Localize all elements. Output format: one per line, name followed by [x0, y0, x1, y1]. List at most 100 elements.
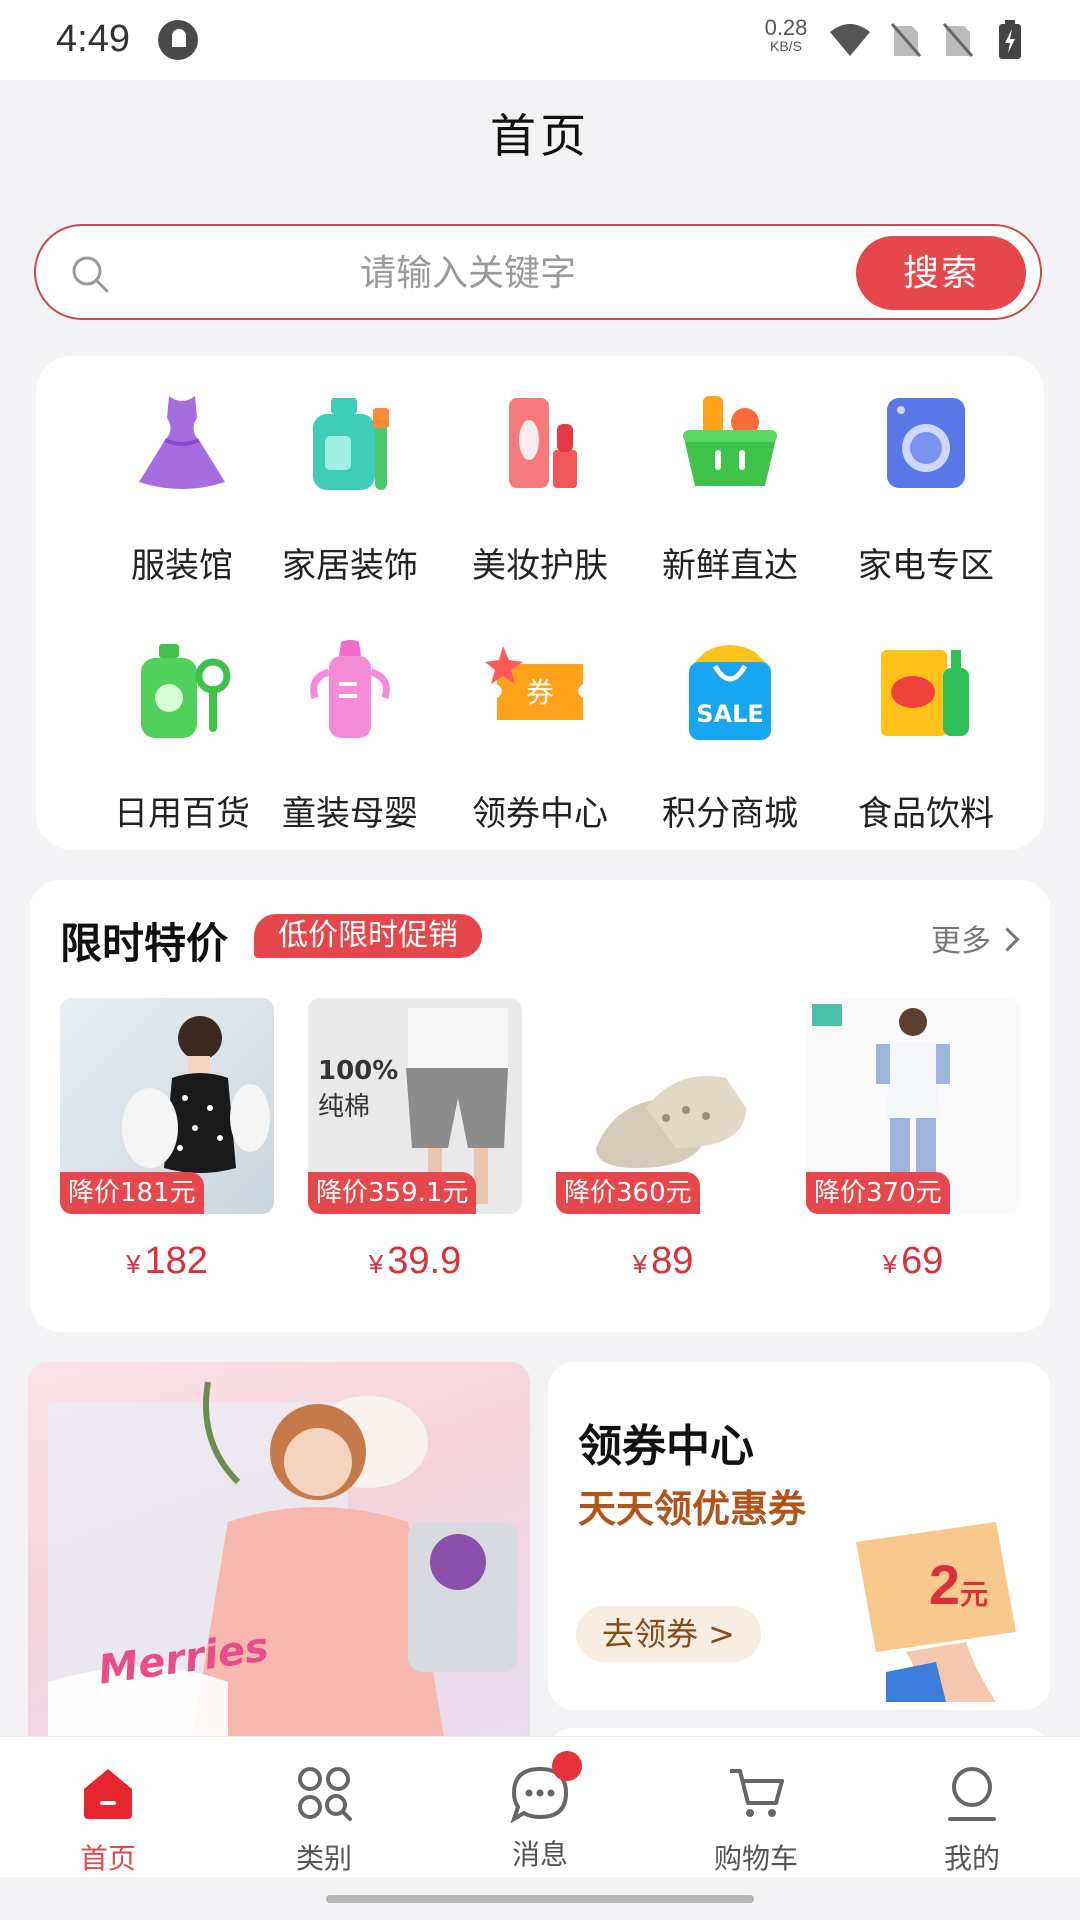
home-indicator[interactable]	[326, 1895, 754, 1903]
unread-badge	[552, 1751, 582, 1781]
category-item-food[interactable]: 食品饮料	[826, 636, 1026, 835]
flash-sale-title: 限时特价	[60, 919, 229, 968]
coupon-amount-unit: 元	[959, 1579, 988, 1610]
category-item-appliances[interactable]: 家电专区	[826, 388, 1026, 587]
category-item-home-decor[interactable]: 家居装饰	[250, 388, 450, 587]
search-input[interactable]	[136, 240, 800, 306]
network-speed: 0.28 KB/S	[760, 15, 812, 55]
more-link[interactable]: 更多	[931, 916, 1020, 960]
svg-text:券: 券	[526, 676, 554, 709]
detergent-icon	[313, 398, 389, 490]
product-card[interactable]: 降价181元 ¥182	[60, 998, 274, 1283]
currency-symbol: ¥	[882, 1249, 898, 1279]
price-drop-tag: 降价181元	[60, 1172, 204, 1214]
get-coupon-button[interactable]: 去领券 >	[576, 1606, 761, 1662]
coupon-amount: 2元	[929, 1552, 988, 1617]
tab-home[interactable]: 首页	[38, 1763, 178, 1877]
tab-cart[interactable]: 购物车	[686, 1763, 826, 1877]
search-button[interactable]: 搜索	[856, 236, 1026, 310]
bottom-tab-bar: 首页 类别 消息 购物车 我的	[0, 1736, 1080, 1877]
price-value: 89	[651, 1240, 694, 1282]
coupon-icon: 券	[485, 646, 583, 720]
currency-symbol: ¥	[632, 1249, 648, 1279]
product-card[interactable]: 100% 纯棉 降价359.1元 ¥39.9	[308, 998, 522, 1283]
tab-label: 类别	[295, 1842, 352, 1875]
coupon-center-title: 领券中心	[578, 1421, 754, 1472]
price-drop-tag: 降价370元	[806, 1172, 950, 1214]
tab-category[interactable]: 类别	[254, 1763, 394, 1877]
currency-symbol: ¥	[368, 1249, 384, 1279]
status-time: 4:49	[56, 18, 130, 60]
washing-machine-icon	[887, 398, 965, 488]
search-icon	[72, 256, 109, 293]
price-value: 182	[144, 1240, 208, 1282]
coupon-center-subtitle: 天天领优惠券	[578, 1487, 807, 1531]
snack-drink-icon	[881, 650, 969, 736]
profile-icon	[948, 1767, 996, 1821]
message-icon-wrap	[510, 1751, 582, 1824]
sim-off-icon-2	[942, 23, 974, 57]
price-value: 39.9	[387, 1240, 462, 1282]
product-image: 100% 纯棉 降价359.1元	[308, 998, 522, 1214]
chevron-right-icon	[995, 927, 1020, 952]
category-label: 积分商城	[662, 794, 798, 834]
network-speed-value: 0.28	[764, 15, 808, 40]
currency-symbol: ¥	[126, 1249, 141, 1279]
search-bar[interactable]: 搜索	[34, 224, 1042, 320]
category-label: 食品饮料	[858, 794, 994, 834]
page-title: 首页	[490, 109, 590, 163]
category-label: 家电专区	[858, 546, 994, 586]
category-label: 美妆护肤	[472, 546, 608, 586]
flash-sale-badge: 低价限时促销	[254, 914, 482, 958]
category-label: 童装母婴	[282, 794, 418, 834]
app-notification-icon	[158, 20, 198, 60]
cart-icon	[730, 1769, 784, 1817]
product-image: 降价360元	[556, 998, 770, 1214]
tab-label: 我的	[943, 1842, 1000, 1875]
tab-profile[interactable]: 我的	[902, 1763, 1042, 1877]
category-item-beauty[interactable]: 美妆护肤	[440, 388, 640, 587]
promo-banner-image	[48, 1381, 518, 1762]
product-image: 降价181元	[60, 998, 274, 1214]
price-value: 69	[901, 1240, 944, 1282]
product-card[interactable]: 降价360元 ¥89	[556, 998, 770, 1283]
category-item-fresh[interactable]: 新鲜直达	[630, 388, 830, 587]
coupon-center-card[interactable]: 领券中心 天天领优惠券 去领券 > 2元	[548, 1362, 1050, 1710]
product-price: ¥182	[60, 1240, 274, 1283]
category-item-coupons[interactable]: 券 领券中心	[440, 636, 640, 835]
category-grid-icon	[298, 1767, 352, 1821]
product-card[interactable]: 降价370元 ¥69	[806, 998, 1020, 1283]
baby-bottle-icon	[310, 640, 390, 738]
dress-icon	[139, 396, 225, 489]
wifi-icon	[830, 24, 870, 56]
promo-banner-kids[interactable]: Merries	[28, 1362, 530, 1762]
more-label: 更多	[931, 924, 991, 959]
tab-label: 消息	[511, 1838, 568, 1871]
tab-messages[interactable]: 消息	[470, 1751, 610, 1873]
product-price: ¥69	[806, 1240, 1020, 1283]
cosmetics-icon	[509, 398, 577, 488]
product-price: ¥39.9	[308, 1240, 522, 1283]
flash-sale-section: 限时特价 低价限时促销 更多 降价181元 ¥182 100% 纯棉 降价359…	[30, 880, 1050, 1332]
product-image: 降价370元	[806, 998, 1020, 1214]
category-grid: 服装馆 家居装饰 美妆护肤 新鲜直达 家电专区 日用百货 童装母婴 券 领券中心…	[36, 356, 1044, 850]
category-label: 领券中心	[472, 794, 608, 834]
category-label: 新鲜直达	[662, 546, 798, 586]
coupon-amount-value: 2	[928, 1553, 960, 1616]
home-icon	[84, 1769, 132, 1819]
category-item-baby[interactable]: 童装母婴	[250, 636, 450, 835]
sale-bag-icon: SALE	[689, 645, 771, 740]
sim-off-icon	[890, 23, 922, 57]
daily-goods-icon	[141, 644, 231, 738]
tab-label: 购物车	[713, 1842, 798, 1875]
svg-text:SALE: SALE	[696, 700, 764, 728]
battery-charging-icon	[999, 20, 1021, 59]
fresh-basket-icon	[683, 396, 777, 486]
status-bar: 4:49 0.28 KB/S	[0, 0, 1080, 80]
category-item-points-mall[interactable]: SALE 积分商城	[630, 636, 830, 835]
network-speed-unit: KB/S	[770, 38, 802, 54]
category-label: 家居装饰	[282, 546, 418, 586]
tab-label: 首页	[79, 1842, 136, 1875]
price-drop-tag: 降价360元	[556, 1172, 700, 1214]
overlay-text: 100%	[318, 1056, 399, 1086]
